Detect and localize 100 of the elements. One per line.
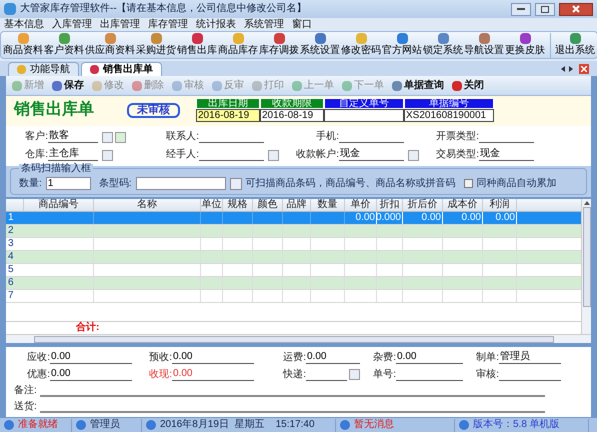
row-number: 3 (7, 238, 15, 250)
menu-item[interactable]: 窗口 (292, 20, 312, 30)
scroll-up-icon[interactable] (584, 201, 590, 205)
toolbar-button[interactable]: 锁定系统 (423, 33, 464, 58)
checkbox[interactable] (464, 179, 473, 188)
tab-scroll-icon[interactable] (561, 66, 573, 72)
field-label: 单号: (372, 370, 396, 380)
column-header: 利润 (483, 199, 517, 211)
toolbar-button[interactable]: 退出系统 (550, 33, 595, 58)
toolbar-button[interactable]: 保存 (50, 80, 86, 90)
total-label: 合计: (76, 323, 100, 333)
search-button[interactable] (230, 178, 242, 190)
table-row[interactable]: 6 (6, 277, 581, 290)
vertical-scrollbar[interactable] (581, 199, 591, 334)
input-field[interactable]: 0.00 (172, 352, 254, 364)
status-icon (340, 420, 350, 430)
input-field[interactable]: 0.00 (50, 352, 132, 364)
maximize-button[interactable] (535, 2, 555, 16)
toolbar-button[interactable]: 更换皮肤 (505, 33, 546, 58)
input-field[interactable]: 管理员 (499, 352, 561, 364)
checkbox-label: 同种商品自动累加 (476, 178, 557, 188)
input-field[interactable]: 0.00 (306, 352, 360, 364)
minimize-button[interactable] (511, 2, 531, 16)
input-field[interactable]: XS201608190001 (404, 109, 494, 122)
horizontal-scrollbar[interactable] (6, 334, 591, 343)
add-button[interactable] (115, 132, 126, 142)
field-label: 开票类型: (435, 132, 479, 142)
input-field[interactable]: 现金 (339, 149, 404, 161)
menu-item[interactable]: 库存管理 (148, 20, 188, 30)
field-label: 优惠: (26, 370, 50, 380)
row-number: 2 (7, 225, 15, 237)
status-text: 2016年8月19日 星期五 15:17:40 (160, 420, 315, 430)
table-cell: 0.000 (377, 212, 403, 224)
table-row[interactable]: 4 (6, 251, 581, 264)
field-label: 仓库: (24, 150, 48, 160)
status-icon (76, 420, 86, 430)
column-header: 数量 (311, 199, 345, 211)
field-label: 快递: (282, 370, 306, 380)
status-text: 暂无消息 (354, 420, 394, 430)
picker-button[interactable] (268, 150, 279, 160)
column-header: 商品编号 (24, 199, 94, 211)
column-header: 名称 (94, 199, 201, 211)
field-label: 交易类型: (435, 150, 479, 160)
field-label: 备注: (14, 386, 38, 396)
toolbar-button[interactable]: 官方网站 (382, 33, 423, 58)
close-button[interactable] (559, 2, 593, 16)
close-tab-button[interactable] (579, 64, 589, 74)
input-field[interactable]: 2016-08-19 (260, 109, 324, 122)
dropdown-button[interactable] (349, 369, 360, 380)
menu-item[interactable]: 统计报表 (196, 20, 236, 30)
toolbar-button[interactable]: 客户资料 (44, 33, 85, 58)
tab[interactable]: 销售出库单 (81, 62, 162, 76)
input-field[interactable]: 散客 (48, 131, 98, 143)
field-label: 送货: (14, 402, 38, 412)
input-field[interactable] (324, 109, 404, 122)
picker-button[interactable] (408, 150, 419, 160)
input-field[interactable]: 0.00 (50, 368, 132, 380)
toolbar-button[interactable]: 系统设置 (300, 33, 341, 58)
picker-button[interactable] (102, 150, 113, 160)
input-field[interactable]: 2016-08-19 (196, 109, 260, 122)
table-cell: 0.00 (443, 212, 483, 224)
input-field[interactable]: 主仓库 (48, 149, 98, 161)
status-stamp: 未审核 (127, 103, 180, 118)
field-label: 收款帐户: (295, 150, 339, 160)
field-label: 制单: (475, 352, 499, 362)
app-icon (4, 3, 16, 15)
toolbar-button[interactable]: 商品库存 (218, 33, 259, 58)
toolbar-button[interactable]: 销售出库 (177, 33, 218, 58)
row-number: 5 (7, 264, 15, 276)
table-row[interactable]: 2 (6, 225, 581, 238)
toolbar-button[interactable]: 库存调拨 (259, 33, 300, 58)
toolbar-button[interactable]: 商品资料 (3, 33, 44, 58)
toolbar-button[interactable]: 关闭 (450, 80, 486, 90)
menu-item[interactable]: 入库管理 (52, 20, 92, 30)
input-field[interactable] (136, 177, 226, 190)
row-number: 7 (7, 290, 15, 302)
document-title: 销售出库单 (14, 102, 95, 118)
toolbar-button[interactable]: 单据查询 (390, 80, 446, 90)
input-field[interactable]: 现金 (479, 149, 534, 161)
table-row[interactable]: 7 (6, 290, 581, 303)
window-title: 大管家库存管理软件--【请在基本信息，公司信息中修改公司名】 (20, 4, 308, 14)
group-title: 条码扫描输入框 (19, 164, 93, 174)
toolbar-button[interactable]: 修改密码 (341, 33, 382, 58)
menu-item[interactable]: 系统管理 (244, 20, 284, 30)
table-row[interactable]: 5 (6, 264, 581, 277)
menu-item[interactable]: 出库管理 (100, 20, 140, 30)
column-header: 折扣 (377, 199, 403, 211)
column-header: 折后价 (403, 199, 443, 211)
input-field[interactable]: 0.00 (396, 352, 463, 364)
toolbar-button[interactable]: 采购进货 (136, 33, 177, 58)
picker-button[interactable] (102, 132, 113, 142)
field-label: 经手人: (165, 150, 199, 160)
status-text: 版本号：5.8 单机版 (473, 420, 560, 430)
menu-item[interactable]: 基本信息 (4, 20, 44, 30)
toolbar-button[interactable]: 导航设置 (464, 33, 505, 58)
table-row[interactable]: 3 (6, 238, 581, 251)
input-field[interactable]: 0.00 (172, 368, 254, 380)
tab[interactable]: 功能导航 (8, 62, 79, 76)
input-field[interactable]: 1 (46, 177, 91, 190)
toolbar-button[interactable]: 供应商资料 (85, 33, 136, 58)
